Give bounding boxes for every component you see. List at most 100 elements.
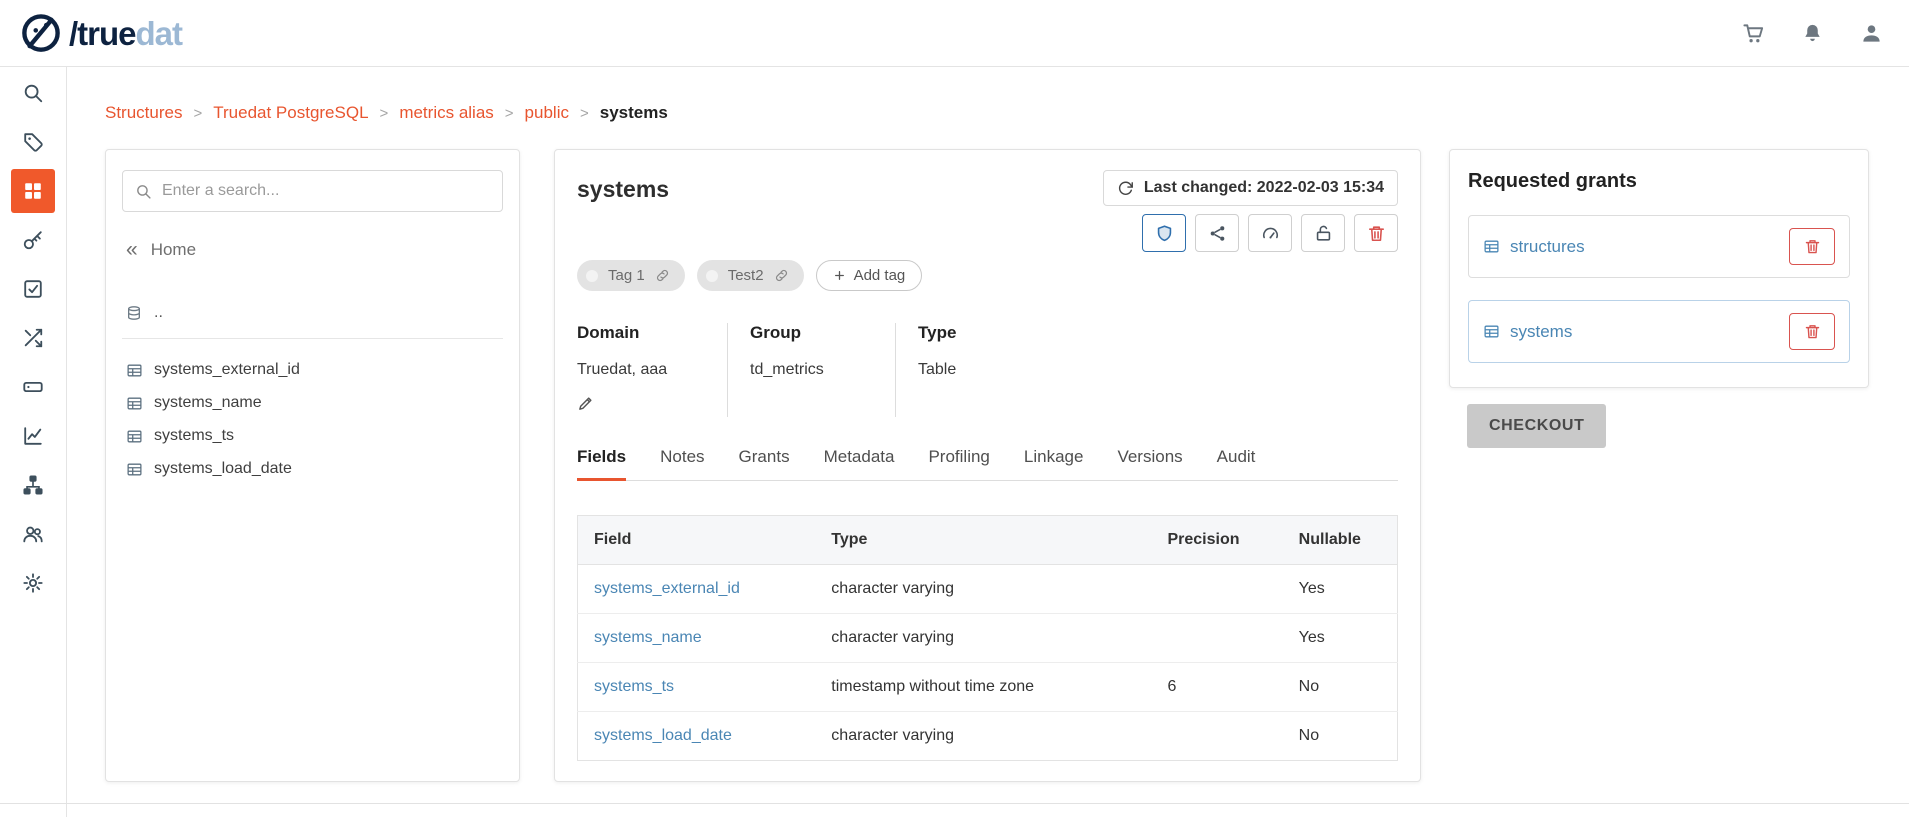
footer-divider	[0, 803, 1909, 804]
structure-detail-panel: systems Last changed: 2022-02-03 15:34	[554, 149, 1421, 782]
list-item[interactable]: systems_ts	[126, 427, 499, 445]
tree-search-box	[122, 170, 503, 212]
list-item[interactable]: systems_external_id	[126, 361, 499, 379]
chevrons-left-icon: «	[126, 242, 138, 259]
breadcrumb-structures[interactable]: Structures	[105, 103, 182, 123]
field-nullable: No	[1283, 663, 1398, 712]
field-type: character varying	[815, 565, 1151, 614]
user-icon[interactable]	[1860, 22, 1883, 45]
field-precision: 6	[1151, 663, 1282, 712]
truedat-logo[interactable]: /truedat	[20, 12, 182, 54]
quality-button[interactable]	[1248, 214, 1292, 252]
field-label: systems_ts	[154, 427, 234, 445]
grant-label: systems	[1510, 322, 1572, 342]
cart-icon[interactable]	[1742, 22, 1765, 45]
bell-icon[interactable]	[1801, 22, 1824, 45]
field-link[interactable]: systems_external_id	[594, 580, 740, 597]
remove-grant-button[interactable]	[1789, 228, 1835, 265]
line-chart-icon	[22, 425, 44, 447]
tab-notes[interactable]: Notes	[660, 447, 704, 480]
sidebar-item-storage[interactable]	[11, 365, 55, 409]
tab-fields[interactable]: Fields	[577, 447, 626, 480]
main-content: Structures > Truedat PostgreSQL > metric…	[67, 67, 1909, 817]
remove-grant-button[interactable]	[1789, 313, 1835, 350]
trash-icon	[1804, 238, 1821, 255]
breadcrumb-separator: >	[193, 105, 202, 122]
sidebar-item-settings[interactable]	[11, 561, 55, 605]
group-value: td_metrics	[750, 361, 873, 379]
domain-value: Truedat, aaa	[577, 361, 705, 379]
table-row: systems_name character varying Yes	[578, 614, 1398, 663]
tag-chip[interactable]: Tag 1	[577, 260, 685, 291]
content-columns: « Home ..	[105, 149, 1909, 782]
search-input[interactable]	[162, 182, 490, 200]
domain-label: Domain	[577, 323, 705, 343]
breadcrumb-schema[interactable]: public	[525, 103, 569, 123]
tab-grants[interactable]: Grants	[739, 447, 790, 480]
breadcrumb-separator: >	[580, 105, 589, 122]
home-link[interactable]: « Home	[122, 240, 503, 260]
grant-link[interactable]: structures	[1483, 237, 1585, 257]
tab-metadata[interactable]: Metadata	[824, 447, 895, 480]
share-button[interactable]	[1195, 214, 1239, 252]
field-link[interactable]: systems_load_date	[594, 727, 732, 744]
breadcrumb-separator: >	[505, 105, 514, 122]
grants-title: Requested grants	[1468, 170, 1850, 193]
field-link[interactable]: systems_name	[594, 629, 702, 646]
breadcrumb: Structures > Truedat PostgreSQL > metric…	[105, 103, 1909, 123]
list-item[interactable]: systems_load_date	[126, 460, 499, 478]
tab-audit[interactable]: Audit	[1217, 447, 1256, 480]
pencil-icon[interactable]	[577, 395, 594, 412]
fields-table: Field Type Precision Nullable systems_ex…	[577, 515, 1398, 761]
sidebar-item-quality[interactable]	[11, 267, 55, 311]
sidebar-item-lineage[interactable]	[11, 316, 55, 360]
grant-link[interactable]: systems	[1483, 322, 1572, 342]
tab-profiling[interactable]: Profiling	[928, 447, 989, 480]
delete-button[interactable]	[1354, 214, 1398, 252]
grants-column: Requested grants structures	[1449, 149, 1869, 448]
field-nullable: Yes	[1283, 565, 1398, 614]
top-bar-actions	[1742, 22, 1883, 45]
action-buttons	[1142, 214, 1398, 252]
add-tag-button[interactable]: Add tag	[816, 260, 923, 291]
refresh-icon[interactable]	[1117, 180, 1134, 197]
col-header-nullable: Nullable	[1283, 516, 1398, 565]
unlock-button[interactable]	[1301, 214, 1345, 252]
users-icon	[22, 523, 44, 545]
page-title: systems	[577, 176, 669, 203]
field-label: systems_external_id	[154, 361, 300, 379]
sidebar-item-taxonomy[interactable]	[11, 463, 55, 507]
tags-row: Tag 1 Test2	[577, 260, 1398, 291]
grid-icon	[22, 180, 44, 202]
sidebar-item-users[interactable]	[11, 512, 55, 556]
tab-linkage[interactable]: Linkage	[1024, 447, 1084, 480]
shuffle-icon	[22, 327, 44, 349]
sidebar-item-search[interactable]	[11, 71, 55, 115]
trash-icon	[1367, 224, 1386, 243]
parent-node[interactable]: ..	[122, 304, 503, 322]
detail-tabs: Fields Notes Grants Metadata Profiling L…	[577, 447, 1398, 481]
structure-tree-panel: « Home ..	[105, 149, 520, 782]
list-item[interactable]: systems_name	[126, 394, 499, 412]
tab-versions[interactable]: Versions	[1117, 447, 1182, 480]
plus-icon	[833, 269, 846, 282]
sidebar-item-charts[interactable]	[11, 414, 55, 458]
top-bar: /truedat	[0, 0, 1909, 67]
table-row: systems_ts timestamp without time zone 6…	[578, 663, 1398, 712]
protect-button[interactable]	[1142, 214, 1186, 252]
tag-chip[interactable]: Test2	[697, 260, 804, 291]
type-value: Table	[918, 361, 956, 379]
sidebar-item-tags[interactable]	[11, 120, 55, 164]
field-label: systems_load_date	[154, 460, 292, 478]
grant-item: structures	[1468, 215, 1850, 278]
summary-type: Type Table	[895, 323, 978, 417]
home-label: Home	[151, 240, 196, 260]
sidebar-item-keys[interactable]	[11, 218, 55, 262]
checkout-button[interactable]: CHECKOUT	[1467, 404, 1606, 448]
field-link[interactable]: systems_ts	[594, 678, 674, 695]
field-precision	[1151, 565, 1282, 614]
breadcrumb-database[interactable]: metrics alias	[399, 103, 493, 123]
detail-header-actions: Last changed: 2022-02-03 15:34	[1103, 170, 1398, 252]
breadcrumb-source[interactable]: Truedat PostgreSQL	[213, 103, 368, 123]
sidebar-item-structures[interactable]	[11, 169, 55, 213]
